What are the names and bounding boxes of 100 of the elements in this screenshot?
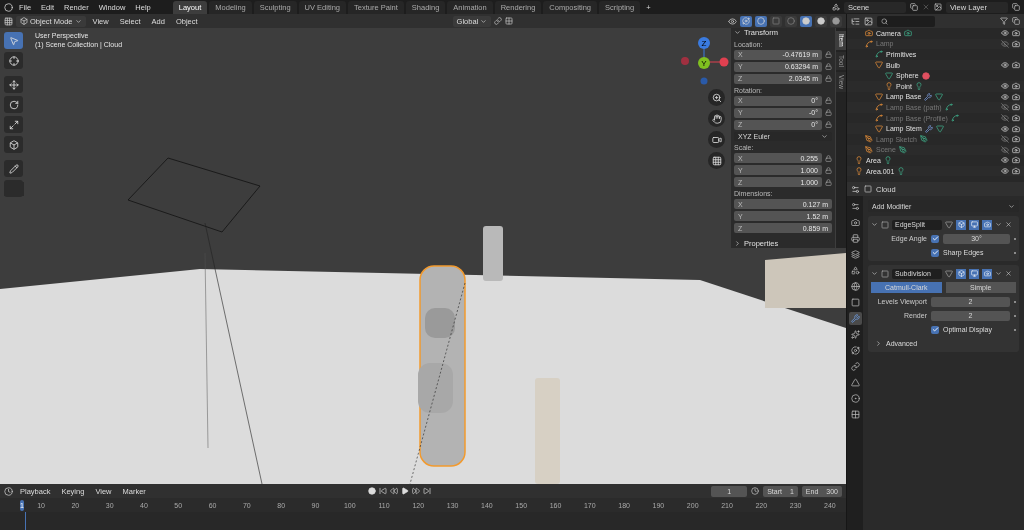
camera-icon[interactable]: [1012, 92, 1020, 101]
gizmo-toggle[interactable]: [740, 15, 752, 27]
properties-tab[interactable]: [848, 360, 862, 373]
shading-button[interactable]: [830, 15, 842, 27]
eye-closed-icon[interactable]: [1001, 114, 1009, 123]
play-icon[interactable]: [400, 487, 409, 495]
checkbox[interactable]: [931, 325, 939, 334]
properties-tab[interactable]: [848, 280, 862, 293]
editor-type-icon[interactable]: [851, 184, 860, 194]
camera-icon[interactable]: [1012, 145, 1020, 154]
properties-tab[interactable]: [848, 248, 862, 261]
snap-icon[interactable]: [505, 17, 514, 25]
search-field[interactable]: [877, 15, 935, 27]
filter-icon[interactable]: [1000, 17, 1008, 25]
zoom-button[interactable]: [708, 89, 725, 106]
properties-tab[interactable]: [848, 312, 862, 325]
camera-icon[interactable]: [1012, 29, 1020, 38]
triangle-icon[interactable]: [945, 220, 953, 229]
viewport-toggle[interactable]: [969, 268, 979, 279]
tool-button[interactable]: [4, 32, 23, 49]
properties-tab[interactable]: [848, 216, 862, 229]
checkbox[interactable]: [931, 248, 939, 257]
tool-button[interactable]: [4, 116, 23, 133]
camera-icon[interactable]: [1012, 103, 1020, 112]
camera-icon[interactable]: [1012, 114, 1020, 123]
jump-end-icon[interactable]: [422, 487, 431, 495]
view-layer-icon[interactable]: [934, 3, 942, 11]
camera-icon[interactable]: [1012, 167, 1020, 175]
record-icon[interactable]: [367, 487, 376, 495]
link-icon[interactable]: [494, 17, 503, 25]
eye-icon[interactable]: [1001, 167, 1009, 175]
properties-tab[interactable]: [848, 408, 862, 421]
triangle-icon[interactable]: [945, 269, 953, 278]
eye-icon[interactable]: [1001, 124, 1009, 133]
lock-icon[interactable]: [825, 51, 832, 59]
caret-icon[interactable]: [995, 221, 1002, 228]
fast-forward-icon[interactable]: [411, 487, 420, 495]
grid-view-button[interactable]: [708, 152, 725, 169]
camera-icon[interactable]: [1012, 82, 1020, 91]
edit-mode-toggle[interactable]: [956, 219, 966, 230]
camera-icon[interactable]: [1012, 135, 1020, 144]
camera-view-button[interactable]: [708, 131, 725, 148]
editor-type-icon[interactable]: [4, 486, 13, 496]
properties-tab[interactable]: [848, 376, 862, 389]
camera-icon[interactable]: [1012, 61, 1020, 70]
clock-icon[interactable]: [751, 487, 760, 495]
scene-icon[interactable]: [832, 3, 840, 11]
shading-button[interactable]: [815, 15, 827, 27]
properties-tab[interactable]: [848, 296, 862, 309]
copy-icon[interactable]: [910, 3, 918, 11]
rewind-icon[interactable]: [389, 487, 398, 495]
xray-toggle[interactable]: [770, 15, 782, 27]
viewport-toggle[interactable]: [969, 219, 979, 230]
shading-button[interactable]: [800, 15, 812, 27]
tool-button[interactable]: [4, 52, 23, 69]
tool-button[interactable]: [4, 160, 23, 177]
caret-icon[interactable]: [871, 221, 878, 228]
lock-icon[interactable]: [825, 178, 832, 186]
eye-icon[interactable]: [728, 16, 737, 26]
lock-icon[interactable]: [825, 109, 832, 117]
camera-icon[interactable]: [1012, 39, 1020, 48]
axis-gizmo[interactable]: Z Y: [680, 36, 730, 86]
eye-closed-icon[interactable]: [1001, 135, 1009, 144]
eye-closed-icon[interactable]: [1001, 145, 1009, 154]
editor-type-icon[interactable]: [4, 16, 13, 26]
new-collection-icon[interactable]: [1012, 17, 1020, 25]
properties-tab[interactable]: [848, 392, 862, 405]
render-toggle[interactable]: [982, 219, 992, 230]
properties-tab[interactable]: [848, 328, 862, 341]
properties-tab[interactable]: [848, 232, 862, 245]
pan-button[interactable]: [708, 110, 725, 127]
tool-button[interactable]: [4, 96, 23, 113]
caret-icon[interactable]: [995, 270, 1002, 277]
overlay-toggle[interactable]: [755, 15, 767, 27]
selected-cloud-object[interactable]: [418, 265, 466, 467]
camera-icon[interactable]: [1012, 156, 1020, 165]
eye-icon[interactable]: [1001, 92, 1009, 101]
edit-mode-toggle[interactable]: [956, 268, 966, 279]
editor-type-icon[interactable]: [851, 16, 860, 26]
tool-button[interactable]: [4, 76, 23, 93]
tool-button[interactable]: [4, 136, 23, 153]
lock-icon[interactable]: [825, 121, 832, 129]
display-mode-icon[interactable]: [864, 16, 873, 26]
lock-icon[interactable]: [825, 166, 832, 174]
eye-icon[interactable]: [1001, 29, 1009, 38]
app-logo-icon[interactable]: [4, 2, 13, 12]
copy-icon[interactable]: [1012, 3, 1020, 11]
eye-icon[interactable]: [1001, 82, 1009, 91]
lock-icon[interactable]: [825, 75, 832, 83]
eye-icon[interactable]: [1001, 61, 1009, 70]
caret-icon[interactable]: [871, 270, 878, 277]
properties-tab[interactable]: [848, 344, 862, 357]
lock-icon[interactable]: [825, 154, 832, 162]
eye-closed-icon[interactable]: [1001, 103, 1009, 112]
render-toggle[interactable]: [982, 268, 992, 279]
jump-start-icon[interactable]: [378, 487, 387, 495]
properties-tab[interactable]: [848, 264, 862, 277]
checkbox[interactable]: [931, 234, 939, 243]
eye-icon[interactable]: [1001, 156, 1009, 165]
eye-closed-icon[interactable]: [1001, 39, 1009, 48]
